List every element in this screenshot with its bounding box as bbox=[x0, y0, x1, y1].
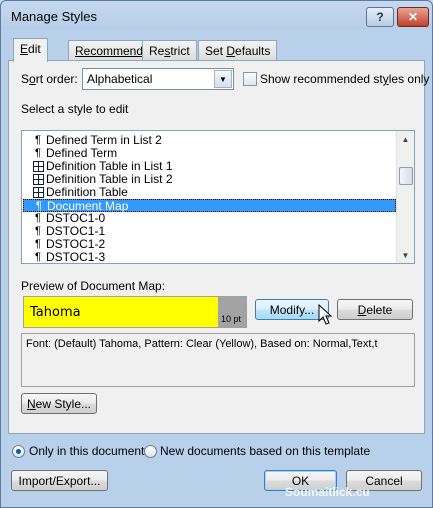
only-this-document-radio[interactable] bbox=[12, 445, 25, 458]
select-style-label: Select a style to edit bbox=[21, 102, 129, 116]
show-recommended-label: Show recommended styles only bbox=[260, 72, 430, 86]
list-item[interactable]: ¶ DSTOC1-3 bbox=[23, 251, 396, 264]
only-this-document-label: Only in this document bbox=[29, 444, 145, 458]
table-icon bbox=[33, 161, 44, 172]
sort-order-value: Alphabetical bbox=[87, 72, 153, 86]
style-preview: Tahoma 10 pt bbox=[23, 296, 247, 328]
table-icon bbox=[33, 187, 44, 198]
close-button[interactable]: ✕ bbox=[397, 7, 429, 27]
help-button[interactable]: ? bbox=[366, 7, 394, 27]
new-style-button[interactable]: New Style... bbox=[21, 393, 97, 414]
paragraph-icon: ¶ bbox=[35, 238, 41, 250]
sort-order-label: Sort order: bbox=[21, 72, 78, 86]
delete-button[interactable]: Delete bbox=[337, 299, 413, 320]
new-documents-label: New documents based on this template bbox=[160, 444, 371, 458]
scroll-down-icon[interactable]: ▼ bbox=[397, 247, 414, 263]
style-description: Font: (Default) Tahoma, Pattern: Clear (… bbox=[21, 333, 415, 387]
preview-label: Preview of Document Map: bbox=[21, 279, 166, 293]
paragraph-icon: ¶ bbox=[35, 251, 41, 263]
tab-restrict[interactable]: Restrict bbox=[142, 40, 197, 61]
import-export-button[interactable]: Import/Export... bbox=[11, 470, 108, 491]
scrollbar-thumb[interactable] bbox=[399, 167, 413, 185]
sort-order-dropdown[interactable]: Alphabetical ▼ bbox=[82, 68, 234, 90]
paragraph-icon: ¶ bbox=[35, 134, 41, 146]
table-icon bbox=[33, 174, 44, 185]
tab-edit[interactable]: Edit bbox=[13, 38, 48, 62]
show-recommended-checkbox[interactable] bbox=[243, 72, 257, 86]
tab-set-defaults[interactable]: Set Defaults bbox=[198, 40, 278, 61]
preview-size-box: 10 pt bbox=[218, 297, 246, 327]
tab-recommend[interactable]: Recommend bbox=[68, 40, 151, 61]
close-icon: ✕ bbox=[407, 10, 419, 24]
paragraph-icon: ¶ bbox=[35, 225, 41, 237]
style-list-scrollbar[interactable]: ▲ ▼ bbox=[396, 131, 414, 263]
mouse-pointer-icon bbox=[318, 304, 332, 325]
chevron-down-icon[interactable]: ▼ bbox=[214, 70, 232, 88]
dialog-title: Manage Styles bbox=[11, 9, 97, 24]
watermark-text: Soumaitlick.cu bbox=[285, 485, 370, 499]
scroll-up-icon[interactable]: ▲ bbox=[397, 131, 414, 147]
preview-font-name: Tahoma bbox=[30, 305, 81, 320]
help-icon: ? bbox=[376, 10, 384, 24]
paragraph-icon: ¶ bbox=[35, 147, 41, 159]
new-documents-radio[interactable] bbox=[144, 445, 157, 458]
list-item[interactable]: Definition Table bbox=[23, 186, 396, 199]
preview-font-size: 10 pt bbox=[221, 314, 242, 324]
title-bar: Manage Styles ? ✕ bbox=[1, 1, 432, 31]
style-list[interactable]: ¶ Defined Term in List 2 ¶ Defined Term De… bbox=[21, 130, 415, 264]
paragraph-icon: ¶ bbox=[35, 212, 41, 224]
